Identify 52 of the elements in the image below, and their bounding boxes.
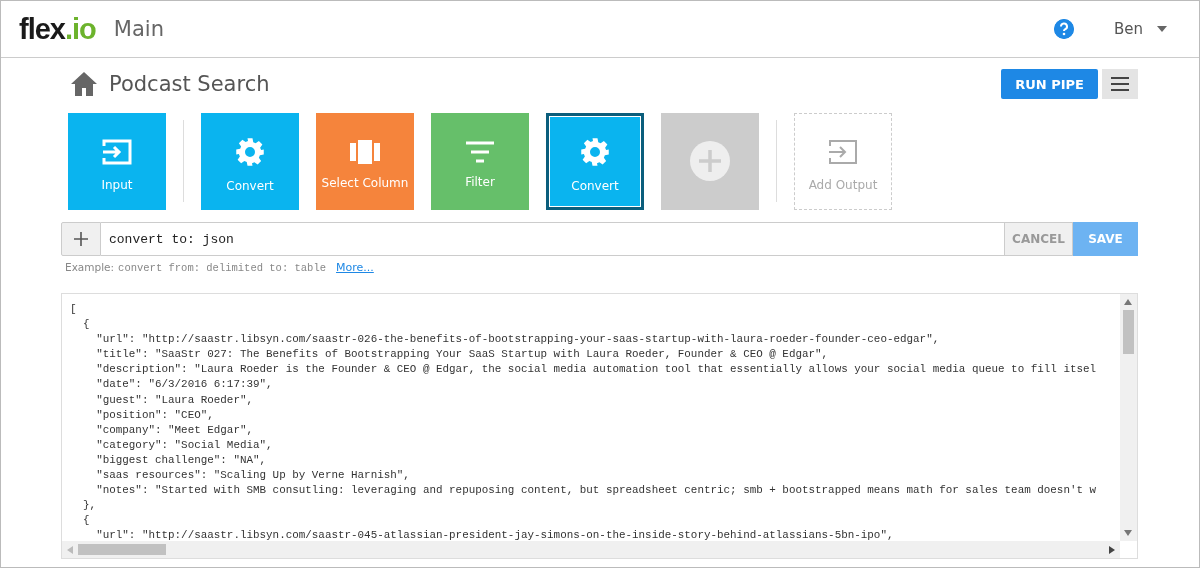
plus-icon xyxy=(690,141,730,181)
page-title: Main xyxy=(113,17,165,41)
code-line: }, xyxy=(82,498,97,514)
pipe-title: Podcast Search xyxy=(109,72,271,96)
task-tile[interactable]: Filter xyxy=(431,112,529,210)
code-line: "date": "6/3/2016 6:17:39", xyxy=(95,377,273,393)
code-line: "category": "Social Media", xyxy=(95,437,273,453)
output-icon xyxy=(827,138,859,166)
add-icon[interactable] xyxy=(61,222,101,256)
gear-icon xyxy=(235,137,265,167)
run-pipe-button[interactable]: RUN PIPE xyxy=(1001,69,1098,99)
columns-icon xyxy=(350,140,380,164)
code-line: "company": "Meet Edgar", xyxy=(95,422,253,438)
code-line: { xyxy=(82,317,90,333)
home-icon[interactable] xyxy=(71,72,97,96)
code-line: "position": "CEO", xyxy=(95,407,214,423)
task-tile[interactable]: Add Output xyxy=(794,112,892,210)
task-tile[interactable]: Convert xyxy=(546,112,644,210)
task-tile[interactable]: Input xyxy=(68,112,166,210)
scroll-thumb[interactable] xyxy=(1123,310,1134,354)
cancel-button[interactable]: CANCEL xyxy=(1005,222,1073,256)
menu-icon[interactable] xyxy=(1102,69,1138,99)
vertical-scrollbar[interactable] xyxy=(1120,294,1137,541)
code-line: [ xyxy=(70,302,77,317)
horizontal-scrollbar[interactable] xyxy=(62,541,1120,558)
more-link[interactable]: More... xyxy=(336,261,374,274)
caret-icon[interactable] xyxy=(1157,26,1167,32)
logo: flex.io xyxy=(19,12,96,46)
user-menu[interactable]: Ben xyxy=(1113,20,1143,38)
scroll-thumb[interactable] xyxy=(78,544,166,555)
code-line: "description": "Laura Roeder is the Founder & CEO @ Edgar, the social media automation tool that essentially allows your social media queue to fill itsel xyxy=(95,362,1097,378)
filter-icon xyxy=(466,141,494,163)
command-field[interactable]: convert to: json xyxy=(101,222,1005,256)
scroll-right-icon[interactable] xyxy=(1109,546,1115,554)
input-icon xyxy=(101,138,133,166)
code-line: { xyxy=(82,513,90,529)
code-line: "guest": "Laura Roeder", xyxy=(95,392,253,408)
code-line: "saas resources": "Scaling Up by Verne Harnish", xyxy=(95,468,410,484)
example-label: Example: xyxy=(65,261,115,273)
code-line: "title": "SaaStr 027: The Benefits of Bootstrapping Your SaaS Startup with Laura Roeder, Founder & CEO @ Edgar", xyxy=(95,347,829,363)
code-line: "url": "http://saastr.libsyn.com/saastr-045-atlassian-president-jay-simons-on-the-inside-story-behind-atlassians-5bn-ipo", xyxy=(95,528,894,541)
example-command: convert from: delimited to: table xyxy=(118,262,327,274)
help-icon[interactable] xyxy=(1053,19,1074,39)
gear-icon xyxy=(580,137,610,167)
save-button[interactable]: SAVE xyxy=(1073,222,1138,256)
scroll-down-icon[interactable] xyxy=(1124,530,1132,536)
scroll-up-icon[interactable] xyxy=(1124,299,1132,305)
code-line: "url": "http://saastr.libsyn.com/saastr-026-the-benefits-of-bootstrapping-your-saas-startup-with-laura-roeder-founder-ceo-edgar", xyxy=(95,332,940,348)
code-line: "notes": "Started with SMB consutling: leveraging and repuposing content, but spreadsheet centric; smb + bootstrapped means math for sales team doesn't w xyxy=(95,483,1097,499)
task-tile[interactable]: Select Column xyxy=(316,112,414,210)
task-tile[interactable]: Convert xyxy=(201,112,299,210)
code-line: "biggest challenge": "NA", xyxy=(95,452,267,468)
